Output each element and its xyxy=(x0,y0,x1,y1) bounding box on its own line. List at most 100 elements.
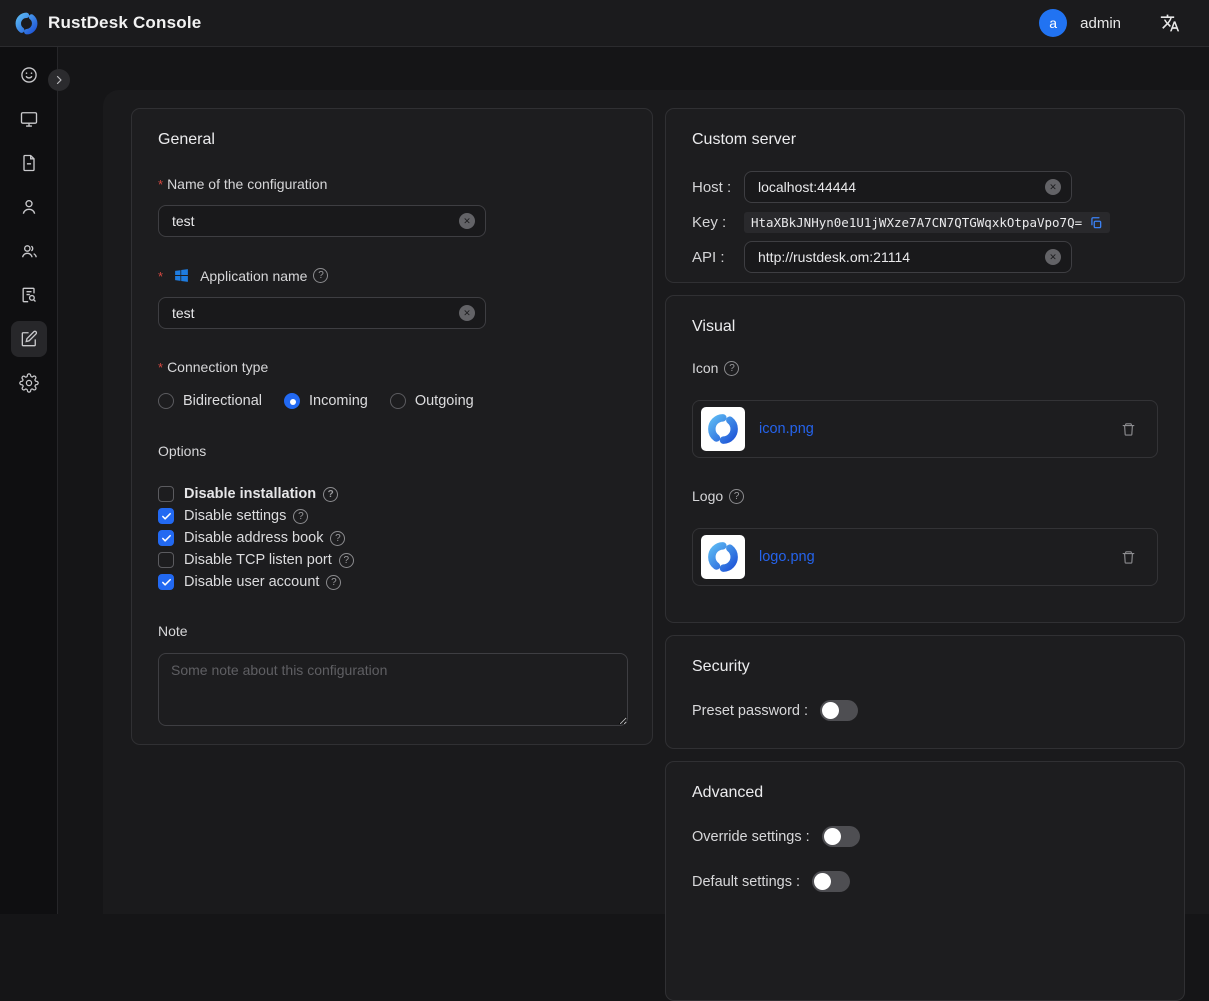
smiley-icon xyxy=(11,57,47,93)
user-icon xyxy=(11,189,47,225)
preset-password-label: Preset password : xyxy=(692,703,808,719)
delete-icon[interactable] xyxy=(1120,421,1137,438)
help-icon[interactable] xyxy=(724,361,739,376)
radio-bidirectional[interactable]: Bidirectional xyxy=(158,393,262,409)
radio-icon xyxy=(284,393,300,409)
application-name-field[interactable] xyxy=(159,298,485,328)
visual-card: Visual Icon icon.png Log xyxy=(665,295,1185,623)
windows-icon xyxy=(173,267,190,284)
clear-icon[interactable] xyxy=(459,213,475,229)
sidebar-item-settings[interactable] xyxy=(7,361,51,405)
icon-file-link[interactable]: icon.png xyxy=(759,421,814,437)
radio-icon xyxy=(158,393,174,409)
sidebar-item-devices[interactable] xyxy=(7,97,51,141)
copy-icon[interactable] xyxy=(1089,216,1103,230)
username[interactable]: admin xyxy=(1080,15,1121,32)
language-icon[interactable] xyxy=(1159,12,1181,34)
server-key: HtaXBkJNHyn0e1U1jWXze7A7CN7QTGWqxkOtpaVp… xyxy=(744,212,1110,233)
general-card: General Name of the configuration Applic… xyxy=(131,108,653,745)
checkbox-disable-settings[interactable]: Disable settings xyxy=(158,505,626,527)
security-title: Security xyxy=(692,658,1158,676)
logo-label: Logo xyxy=(692,488,1158,504)
checkbox-icon xyxy=(158,552,174,568)
override-settings-toggle[interactable] xyxy=(822,826,860,847)
sidebar-item-documents[interactable] xyxy=(7,141,51,185)
checkbox-disable-address-book[interactable]: Disable address book xyxy=(158,527,626,549)
visual-title: Visual xyxy=(692,318,1158,336)
preset-password-row: Preset password : xyxy=(692,700,1158,721)
connection-type-label: Connection type xyxy=(158,359,626,375)
logo-file-link[interactable]: logo.png xyxy=(759,549,815,565)
document-icon xyxy=(11,145,47,181)
default-settings-label: Default settings : xyxy=(692,874,800,890)
sidebar-item-groups[interactable] xyxy=(7,229,51,273)
help-icon[interactable] xyxy=(330,531,345,546)
advanced-card: Advanced Override settings : Default set… xyxy=(665,761,1185,1001)
api-field[interactable] xyxy=(745,242,1071,272)
brand: RustDesk Console xyxy=(14,11,201,36)
application-name-label: Application name xyxy=(158,267,626,284)
checkbox-disable-tcp-listen-port[interactable]: Disable TCP listen port xyxy=(158,549,626,571)
help-icon[interactable] xyxy=(313,268,328,283)
sidebar-collapse-button[interactable] xyxy=(48,69,70,91)
default-settings-toggle[interactable] xyxy=(812,871,850,892)
checkbox-icon xyxy=(158,486,174,502)
host-label: Host : xyxy=(692,179,744,196)
note-label: Note xyxy=(158,623,626,639)
note-textarea[interactable] xyxy=(158,653,628,726)
default-settings-row: Default settings : xyxy=(692,871,1158,892)
api-label: API : xyxy=(692,249,744,266)
host-input[interactable] xyxy=(744,171,1072,203)
help-icon[interactable] xyxy=(326,575,341,590)
sidebar-item-audit[interactable] xyxy=(7,273,51,317)
help-icon[interactable] xyxy=(729,489,744,504)
api-input[interactable] xyxy=(744,241,1072,273)
icon-thumbnail xyxy=(701,407,745,451)
sidebar xyxy=(0,47,58,914)
sidebar-item-custom-clients[interactable] xyxy=(7,317,51,361)
connection-type-group: Bidirectional Incoming Outgoing xyxy=(158,393,626,409)
icon-file-row: icon.png xyxy=(692,400,1158,458)
sidebar-item-users[interactable] xyxy=(7,185,51,229)
monitor-icon xyxy=(11,101,47,137)
checkbox-icon xyxy=(158,574,174,590)
clear-icon[interactable] xyxy=(1045,249,1061,265)
settings-icon xyxy=(11,365,47,401)
override-settings-row: Override settings : xyxy=(692,826,1158,847)
security-card: Security Preset password : xyxy=(665,635,1185,749)
users-icon xyxy=(11,233,47,269)
general-title: General xyxy=(158,131,626,149)
radio-icon xyxy=(390,393,406,409)
app-title: RustDesk Console xyxy=(48,13,201,33)
rustdesk-logo-icon xyxy=(14,11,39,36)
checkbox-disable-installation[interactable]: Disable installation xyxy=(158,483,626,505)
logo-thumbnail xyxy=(701,535,745,579)
icon-label: Icon xyxy=(692,360,1158,376)
avatar[interactable]: a xyxy=(1039,9,1067,37)
help-icon[interactable] xyxy=(339,553,354,568)
sidebar-item-overview[interactable] xyxy=(7,53,51,97)
config-name-input[interactable] xyxy=(158,205,486,237)
preset-password-toggle[interactable] xyxy=(820,700,858,721)
main-content: General Name of the configuration Applic… xyxy=(103,90,1209,914)
help-icon[interactable] xyxy=(323,487,338,502)
options-label: Options xyxy=(158,443,626,459)
checkbox-icon xyxy=(158,508,174,524)
override-settings-label: Override settings : xyxy=(692,829,810,845)
clear-icon[interactable] xyxy=(1045,179,1061,195)
config-name-field[interactable] xyxy=(159,206,485,236)
custom-server-title: Custom server xyxy=(692,131,1158,149)
edit-icon xyxy=(11,321,47,357)
key-label: Key : xyxy=(692,214,744,231)
checkbox-icon xyxy=(158,530,174,546)
checkbox-disable-user-account[interactable]: Disable user account xyxy=(158,571,626,593)
radio-incoming[interactable]: Incoming xyxy=(284,393,368,409)
application-name-input[interactable] xyxy=(158,297,486,329)
radio-outgoing[interactable]: Outgoing xyxy=(390,393,474,409)
host-field[interactable] xyxy=(745,172,1071,202)
app-header: RustDesk Console a admin xyxy=(0,0,1209,47)
audit-log-icon xyxy=(11,277,47,313)
clear-icon[interactable] xyxy=(459,305,475,321)
delete-icon[interactable] xyxy=(1120,549,1137,566)
help-icon[interactable] xyxy=(293,509,308,524)
